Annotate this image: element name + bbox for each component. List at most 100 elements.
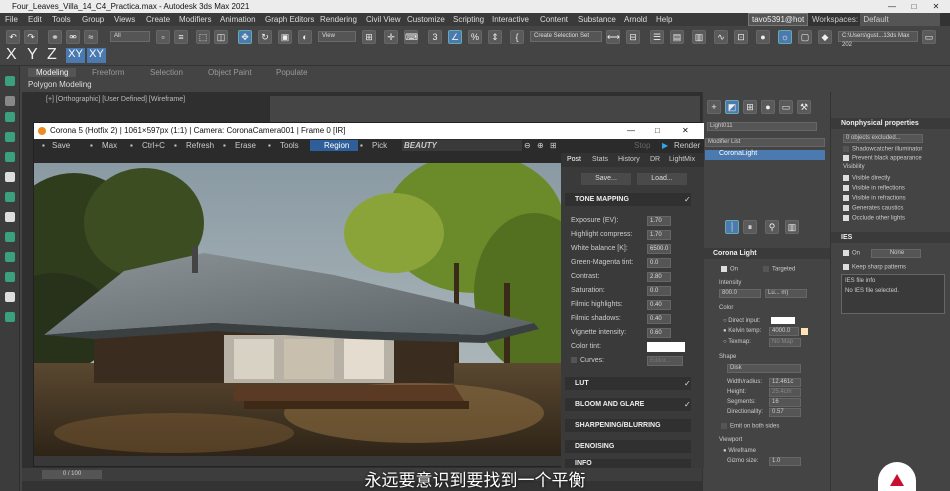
tab-populate[interactable]: Populate (276, 68, 308, 77)
denoising-section[interactable]: DENOISING (565, 440, 691, 453)
axis-constraint-z[interactable]: Z (47, 46, 57, 64)
segments-spinner[interactable]: 16 (769, 398, 801, 407)
vfb-stop-button[interactable]: Stop (634, 141, 650, 150)
direct-input-radio[interactable]: ○ Direct input: (723, 318, 760, 324)
vfb-pick-button[interactable]: Pick (372, 141, 387, 150)
scale-icon[interactable]: ▣ (278, 30, 292, 44)
curves-checkbox[interactable]: Curves: (571, 357, 604, 364)
hierarchy-panel-icon[interactable]: ⊞ (743, 100, 757, 114)
pin-stack-icon[interactable]: ⏐ (725, 220, 739, 234)
white-balance-value[interactable]: 6500.0 (647, 244, 671, 254)
render-production-icon[interactable]: ◆ (818, 30, 832, 44)
snaps-toggle-icon[interactable]: 3 (428, 30, 442, 44)
kelvin-color-swatch[interactable] (801, 328, 808, 335)
keep-sharp-checkbox[interactable]: Keep sharp patterns (843, 264, 906, 271)
saturation-value[interactable]: 0.0 (647, 286, 671, 296)
tab-selection[interactable]: Selection (150, 68, 183, 77)
make-unique-icon[interactable]: ⚲ (765, 220, 779, 234)
close-button[interactable]: ✕ (926, 0, 946, 13)
menu-substance[interactable]: Substance (578, 15, 616, 24)
generates-caustics-checkbox[interactable]: Generates caustics (843, 205, 903, 212)
modify-panel-icon[interactable]: ◩ (725, 100, 739, 114)
user-account[interactable]: tavo5391@hot (748, 13, 808, 26)
vfb-zoom-in-icon[interactable]: ⊕ (537, 141, 544, 150)
time-slider[interactable]: 0 / 100 (42, 470, 102, 479)
vfb-render-element-dropdown[interactable]: BEAUTY (402, 140, 522, 151)
height-spinner[interactable]: 25.4cm (769, 388, 801, 397)
shape-dropdown[interactable]: Disk (727, 364, 801, 373)
gizmo-size-spinner[interactable]: 1.0 (769, 457, 801, 466)
nonphysical-rollout[interactable]: Nonphysical properties (831, 118, 950, 129)
modifier-list-dropdown[interactable]: Modifier List (705, 138, 825, 147)
vfb-region-button[interactable]: Region (310, 140, 358, 151)
vfb-erase-button[interactable]: Erase (235, 141, 256, 150)
select-by-name-icon[interactable]: ≡ (174, 30, 188, 44)
geometry-icon[interactable] (5, 172, 15, 182)
display-panel-icon[interactable]: ▭ (779, 100, 793, 114)
contrast-value[interactable]: 2.80 (647, 272, 671, 282)
tab-object-paint[interactable]: Object Paint (208, 68, 252, 77)
workspace-selector[interactable]: Workspaces: Default (808, 13, 950, 26)
unlink-icon[interactable]: ⚮ (66, 30, 80, 44)
snap-icon[interactable] (5, 272, 15, 282)
menu-edit[interactable]: Edit (28, 15, 42, 24)
bloom-check-icon[interactable]: ✓ (684, 400, 691, 409)
object-name-field[interactable]: Light011 (707, 122, 817, 131)
pivot-center-icon[interactable]: ⊞ (362, 30, 376, 44)
mirror-icon[interactable]: ⟷ (606, 30, 620, 44)
vfb-tools-icon[interactable]: ▪ (268, 141, 271, 150)
axis-constraint-xy-cycle[interactable]: XY (87, 48, 106, 63)
selection-filter[interactable]: All (110, 31, 150, 42)
emit-both-sides-checkbox[interactable]: Emit on both sides (721, 423, 779, 430)
rectangle-selection-icon[interactable]: ⬚ (196, 30, 210, 44)
tab-freeform[interactable]: Freeform (92, 68, 124, 77)
menu-civil-view[interactable]: Civil View (366, 15, 401, 24)
tone-mapping-section[interactable]: TONE MAPPING (565, 193, 691, 206)
vfb-copy-button[interactable]: Ctrl+C (142, 141, 165, 150)
tab-history[interactable]: History (618, 156, 640, 163)
menu-group[interactable]: Group (82, 15, 104, 24)
vfb-render-button[interactable]: Render (674, 141, 700, 150)
vfb-refresh-button[interactable]: Refresh (186, 141, 214, 150)
vfb-tools-button[interactable]: Tools (280, 141, 299, 150)
lut-check-icon[interactable]: ✓ (684, 379, 691, 388)
tone-mapping-check-icon[interactable]: ✓ (684, 195, 691, 204)
menu-views[interactable]: Views (114, 15, 135, 24)
layer-explorer-icon[interactable]: ▤ (670, 30, 684, 44)
vfb-zoom-out-icon[interactable]: ⊖ (524, 141, 531, 150)
render-setup-icon[interactable]: ☼ (778, 30, 792, 44)
directionality-spinner[interactable]: 0.57 (769, 408, 801, 417)
bloom-glare-section[interactable]: BLOOM AND GLARE (565, 398, 691, 411)
menu-file[interactable]: File (5, 15, 18, 24)
selection-set-dropdown[interactable]: Create Selection Set (530, 31, 602, 42)
window-crossing-icon[interactable]: ◫ (214, 30, 228, 44)
edit-named-selection-icon[interactable]: { (510, 30, 524, 44)
menu-create[interactable]: Create (146, 15, 170, 24)
pivot-icon[interactable] (5, 292, 15, 302)
undo-icon[interactable]: ↶ (6, 30, 20, 44)
menu-rendering[interactable]: Rendering (320, 15, 357, 24)
ies-on-checkbox[interactable]: On (843, 250, 860, 257)
menu-interactive[interactable]: Interactive (492, 15, 529, 24)
vfb-save-button[interactable]: Save (52, 141, 70, 150)
menu-content[interactable]: Content (540, 15, 568, 24)
tab-post[interactable]: Post (567, 156, 581, 163)
project-path-field[interactable]: C:\Users\gust...13ds Max 202 (838, 31, 918, 48)
menu-modifiers[interactable]: Modifiers (179, 15, 211, 24)
axis-constraint-y[interactable]: Y (27, 46, 38, 64)
lut-section[interactable]: LUT (565, 377, 691, 390)
exposure-value[interactable]: 1.70 (647, 216, 671, 226)
select-manipulate-icon[interactable]: ✛ (384, 30, 398, 44)
modifier-stack-item[interactable]: CoronaLight (705, 150, 825, 160)
menu-help[interactable]: Help (656, 15, 672, 24)
green-magenta-value[interactable]: 0.0 (647, 258, 671, 268)
align-icon[interactable]: ⊟ (626, 30, 640, 44)
tab-dr[interactable]: DR (650, 156, 660, 163)
kelvin-temp-radio[interactable]: ● Kelvin temp: (723, 328, 761, 334)
modify-tool-icon[interactable] (5, 112, 15, 122)
render-image[interactable] (34, 163, 561, 456)
material-editor-icon[interactable]: ● (756, 30, 770, 44)
width-radius-spinner[interactable]: 12.461c (769, 378, 801, 387)
reference-coordinate-dropdown[interactable]: View (318, 31, 356, 42)
axis-constraint-x[interactable]: X (6, 46, 17, 64)
